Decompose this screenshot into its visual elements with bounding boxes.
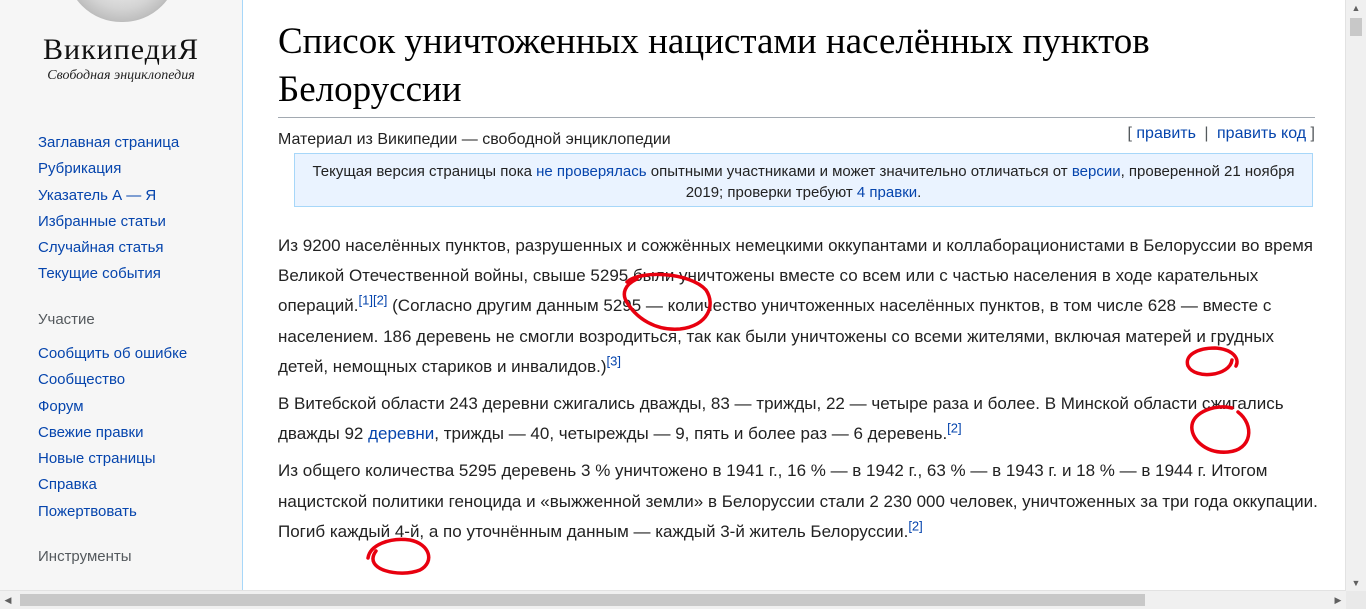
paragraph-3: Из общего количества 5295 деревень 3 % у… [278, 456, 1320, 547]
scroll-down-icon[interactable]: ▼ [1346, 575, 1366, 591]
scrollbar-corner [1346, 591, 1366, 609]
sidebar-item-featured[interactable]: Избранные статьи [38, 209, 179, 235]
vertical-scrollbar[interactable]: ▲ ▼ [1345, 0, 1366, 591]
edit-source-link[interactable]: править код [1217, 125, 1306, 142]
sidebar-item-donate[interactable]: Пожертвовать [38, 499, 187, 525]
navigation-menu: Заглавная страница Рубрикация Указатель … [38, 130, 179, 288]
edit-links: [ править | править код ] [1127, 125, 1315, 143]
sidebar-item-new-pages[interactable]: Новые страницы [38, 446, 187, 472]
scroll-up-icon[interactable]: ▲ [1346, 0, 1366, 16]
title-divider [278, 117, 1315, 118]
sidebar-item-categories[interactable]: Рубрикация [38, 156, 179, 182]
horizontal-scroll-thumb[interactable] [20, 594, 1145, 606]
edit-separator: | [1204, 125, 1209, 142]
notice-text: Текущая версия страницы пока [312, 163, 537, 180]
sidebar-item-community[interactable]: Сообщество [38, 367, 187, 393]
notice-pending-edits-link[interactable]: 4 правки [857, 184, 917, 201]
notice-not-reviewed-link[interactable]: не проверялась [536, 163, 646, 180]
sidebar-item-index[interactable]: Указатель А — Я [38, 183, 179, 209]
bracket-close: ] [1310, 125, 1315, 142]
sidebar-item-random[interactable]: Случайная статья [38, 235, 179, 261]
villages-link[interactable]: деревни [368, 424, 434, 443]
sidebar: ВикипедиЯ Свободная энциклопедия Заглавн… [0, 0, 242, 591]
horizontal-scrollbar[interactable]: ◀ ▶ [0, 590, 1346, 609]
reference-3[interactable]: [3] [607, 353, 621, 368]
paragraph-1: Из 9200 населённых пунктов, разрушенных … [278, 231, 1320, 382]
article-body: Из 9200 населённых пунктов, разрушенных … [278, 231, 1320, 554]
bracket-open: [ [1127, 125, 1132, 142]
reference-2[interactable]: [2] [373, 293, 387, 308]
paragraph-text: , трижды — 40, четырежды — 9, пять и бол… [434, 424, 948, 444]
scroll-right-icon[interactable]: ▶ [1330, 591, 1346, 609]
page-tagline: Материал из Википедии — свободной энцикл… [278, 131, 671, 148]
reference-2[interactable]: [2] [908, 518, 922, 533]
paragraph-text: Из общего количества 5295 деревень 3 % у… [278, 461, 1318, 541]
notice-text: опытными участниками и может значительно… [646, 163, 1072, 180]
page-title: Список уничтоженных нацистами населённых… [278, 21, 1150, 110]
notice-version-link[interactable]: версии [1072, 163, 1121, 180]
notice-text: . [917, 184, 922, 201]
review-notice: Текущая версия страницы пока не проверял… [294, 153, 1313, 207]
tools-heading: Инструменты [38, 548, 132, 565]
participation-menu: Сообщить об ошибке Сообщество Форум Свеж… [38, 341, 187, 525]
reference-2[interactable]: [2] [947, 421, 961, 436]
paragraph-2: В Витебской области 243 деревни сжигалис… [278, 389, 1320, 449]
wikipedia-logo[interactable]: ВикипедиЯ Свободная энциклопедия [0, 0, 242, 100]
content-area: Список уничтоженных нацистами населённых… [242, 0, 1347, 591]
logo-subtitle: Свободная энциклопедия [47, 68, 195, 83]
globe-icon [66, 0, 178, 22]
sidebar-item-recent-changes[interactable]: Свежие правки [38, 420, 187, 446]
scroll-left-icon[interactable]: ◀ [0, 591, 16, 609]
sidebar-item-help[interactable]: Справка [38, 472, 187, 498]
sidebar-item-current-events[interactable]: Текущие события [38, 261, 179, 287]
paragraph-text: (Согласно другим данным 5295 — количеств… [278, 296, 1274, 376]
sidebar-item-forum[interactable]: Форум [38, 394, 187, 420]
participation-heading: Участие [38, 311, 95, 328]
sidebar-item-main-page[interactable]: Заглавная страница [38, 130, 179, 156]
reference-1[interactable]: [1] [358, 293, 372, 308]
vertical-scroll-thumb[interactable] [1350, 18, 1362, 36]
sidebar-item-report-error[interactable]: Сообщить об ошибке [38, 341, 187, 367]
edit-link[interactable]: править [1136, 125, 1196, 142]
logo-title: ВикипедиЯ [43, 33, 199, 66]
